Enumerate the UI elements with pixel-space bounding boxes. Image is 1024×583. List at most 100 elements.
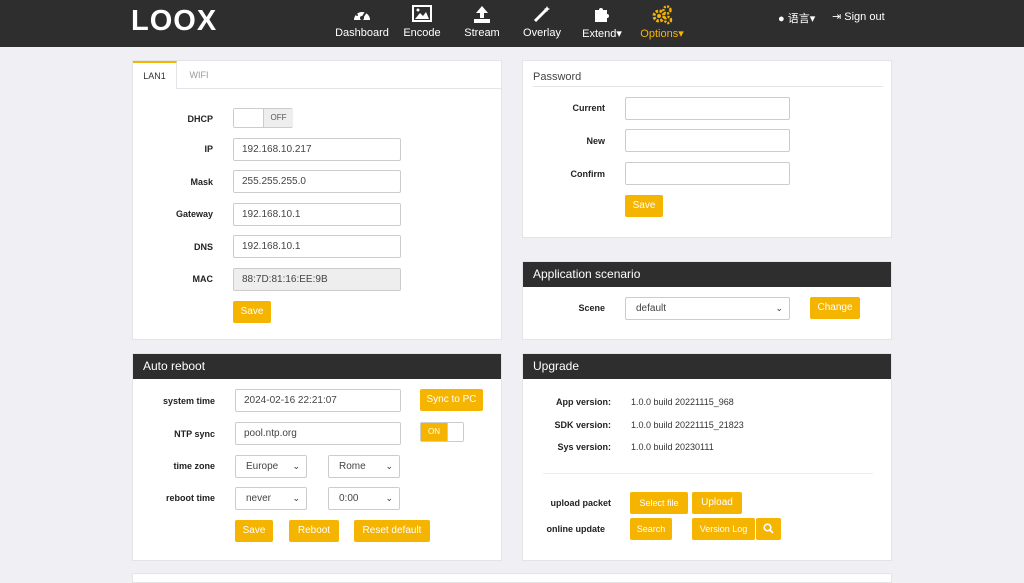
tab-lan1[interactable]: LAN1 (133, 61, 177, 89)
reboot-button[interactable]: Reboot (289, 520, 339, 542)
search-icon-button[interactable] (756, 518, 781, 540)
tz-city-select[interactable]: Rome ⌄ (328, 455, 400, 478)
nav-dashboard[interactable]: Dashboard (334, 0, 390, 47)
auto-reboot-title: Auto reboot (133, 354, 501, 379)
tab-wifi[interactable]: WIFI (177, 61, 221, 89)
confirm-label: Confirm (570, 169, 606, 179)
nav-options[interactable]: Options▾ (638, 0, 686, 47)
nav-dashboard-label: Dashboard (335, 27, 389, 39)
mac-field: 88:7D:81:16:EE:9B (233, 268, 401, 291)
password-title: Password (533, 71, 582, 83)
next-card-edge (132, 573, 892, 583)
app-version-label: App version: (555, 397, 611, 407)
gears-icon (638, 5, 686, 27)
nav-extend-label: Extend▾ (582, 28, 622, 40)
nav-overlay-label: Overlay (523, 27, 561, 39)
search-update-button[interactable]: Search (630, 518, 672, 540)
upgrade-card: Upgrade App version: 1.0.0 build 2022111… (522, 353, 892, 561)
reboot-hour-select[interactable]: 0:00 ⌄ (328, 487, 400, 510)
tab-divider (177, 88, 502, 89)
reset-default-button[interactable]: Reset default (354, 520, 430, 542)
chevron-down-icon: ⌄ (775, 303, 783, 313)
auto-reboot-save-button[interactable]: Save (235, 520, 273, 542)
chevron-down-icon: ⌄ (292, 461, 300, 471)
upload-button[interactable]: Upload (692, 492, 742, 514)
nav-stream[interactable]: Stream (462, 0, 502, 47)
mask-label: Mask (190, 177, 213, 187)
version-log-button[interactable]: Version Log (692, 518, 755, 540)
reboot-frequency-select[interactable]: never ⌄ (235, 487, 307, 510)
mac-label: MAC (192, 274, 214, 284)
language-menu[interactable]: ● 语言▾ (778, 10, 815, 26)
password-save-button[interactable]: Save (625, 195, 663, 217)
system-time-field[interactable]: 2024-02-16 22:21:07 (235, 389, 401, 412)
image-icon (402, 5, 442, 27)
ip-field[interactable]: 192.168.10.217 (233, 138, 401, 161)
confirm-password-field[interactable] (625, 162, 790, 185)
reboot-hour-value: 0:00 (339, 493, 359, 504)
dashboard-icon (334, 5, 390, 27)
puzzle-icon (580, 5, 624, 27)
change-scene-button[interactable]: Change (810, 297, 860, 319)
upgrade-title: Upgrade (523, 354, 891, 379)
upload-icon (462, 5, 502, 27)
top-navbar: LOOX Dashboard Encode Stream Overlay Ext… (0, 0, 1024, 47)
nav-encode-label: Encode (403, 27, 441, 39)
chevron-down-icon: ⌄ (385, 493, 393, 503)
magic-wand-icon (522, 5, 562, 27)
app-version-value: 1.0.0 build 20221115_968 (631, 397, 734, 407)
mask-field[interactable]: 255.255.255.0 (233, 170, 401, 193)
sys-version-value: 1.0.0 build 20230111 (631, 442, 714, 452)
nav-stream-label: Stream (464, 27, 500, 39)
gateway-field[interactable]: 192.168.10.1 (233, 203, 401, 226)
nav-options-label: Options▾ (640, 28, 684, 40)
dhcp-state: OFF (264, 109, 293, 127)
sync-to-pc-button[interactable]: Sync to PC (420, 389, 483, 411)
auto-reboot-card: Auto reboot system time 2024-02-16 22:21… (132, 353, 502, 561)
sign-out-link[interactable]: ⇥ Sign out (832, 10, 885, 23)
network-card: LAN1 WIFI DHCP OFF IP 192.168.10.217 Mas… (132, 60, 502, 340)
dns-label: DNS (193, 242, 213, 252)
reboot-frequency-value: never (246, 493, 272, 504)
nav-extend[interactable]: Extend▾ (580, 0, 624, 47)
loox-logo[interactable]: LOOX (131, 5, 217, 37)
chevron-down-icon: ⌄ (385, 461, 393, 471)
gateway-label: Gateway (175, 209, 213, 219)
ntp-toggle[interactable]: ON (420, 422, 464, 442)
current-password-field[interactable] (625, 97, 790, 120)
current-label: Current (572, 103, 605, 113)
sdk-version-value: 1.0.0 build 20221115_21823 (631, 420, 744, 430)
scenario-title: Application scenario (523, 262, 891, 287)
dns-field[interactable]: 192.168.10.1 (233, 235, 401, 258)
dhcp-toggle[interactable]: OFF (233, 108, 293, 128)
ntp-server-field[interactable]: pool.ntp.org (235, 422, 401, 445)
tz-city-value: Rome (339, 461, 366, 472)
sdk-version-label: SDK version: (554, 420, 611, 430)
network-save-button[interactable]: Save (233, 301, 271, 323)
upload-packet-label: upload packet (550, 498, 611, 508)
scene-value: default (636, 303, 667, 314)
toggle-knob (234, 109, 264, 127)
scene-select[interactable]: default ⌄ (625, 297, 790, 320)
system-time-label: system time (162, 396, 215, 406)
select-file-button[interactable]: Select file (630, 492, 688, 514)
password-card: Password Current New Confirm Save (522, 60, 892, 238)
dhcp-label: DHCP (187, 114, 213, 124)
toggle-knob (447, 423, 463, 441)
ip-label: IP (204, 144, 213, 154)
language-label: 语言▾ (787, 13, 816, 25)
new-label: New (586, 136, 605, 146)
sign-out-label: Sign out (844, 11, 885, 23)
sign-out-icon: ⇥ (832, 11, 842, 23)
nav-overlay[interactable]: Overlay (522, 0, 562, 47)
online-update-label: online update (546, 524, 606, 534)
scene-label: Scene (578, 303, 605, 313)
new-password-field[interactable] (625, 129, 790, 152)
scenario-card: Application scenario Scene default ⌄ Cha… (522, 261, 892, 340)
sys-version-label: Sys version: (557, 442, 611, 452)
tz-region-select[interactable]: Europe ⌄ (235, 455, 307, 478)
nav-encode[interactable]: Encode (402, 0, 442, 47)
ntp-state: ON (421, 423, 447, 441)
time-zone-label: time zone (173, 461, 215, 471)
search-icon (763, 523, 774, 537)
